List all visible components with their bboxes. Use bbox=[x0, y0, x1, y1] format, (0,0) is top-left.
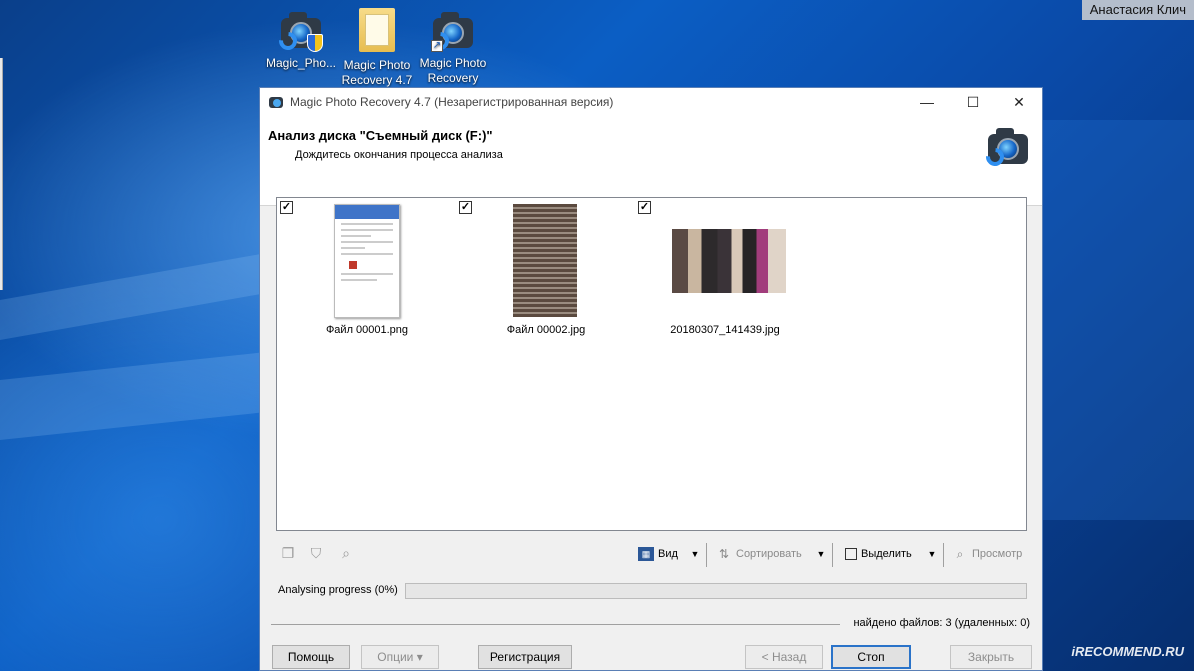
magic-photo-recovery-window: Magic Photo Recovery 4.7 (Незарегистриро… bbox=[259, 87, 1043, 671]
file-thumbnail[interactable]: ✓ Файл 00001.png bbox=[277, 198, 457, 348]
register-button[interactable]: Регистрация bbox=[478, 645, 572, 669]
view-toolbar: ❐ ⛉ ⌕ ▦ Вид ▼ ⇅ Сортировать ▼ Выделить ▼… bbox=[276, 541, 1027, 567]
sort-dropdown-arrow[interactable]: ▼ bbox=[815, 541, 827, 567]
magic-photo-recovery-logo-icon bbox=[982, 122, 1032, 170]
stop-button[interactable]: Стоп bbox=[831, 645, 911, 669]
watermark: iRECOMMEND.RU bbox=[1071, 644, 1184, 659]
magic-photo-recovery-shortcut-icon: ↗ bbox=[427, 6, 477, 54]
sort-icon: ⇅ bbox=[718, 547, 730, 561]
preview-icon: ⌕ bbox=[956, 547, 964, 561]
checkbox-icon bbox=[845, 548, 857, 560]
progress-label: Analysing progress (0%) bbox=[278, 584, 398, 596]
files-found-status: найдено файлов: 3 (удаленных: 0) bbox=[853, 617, 1030, 629]
view-label: Вид bbox=[658, 548, 678, 560]
desktop-icon-label-line2: Recovery bbox=[427, 71, 479, 85]
file-name: Файл 00001.png bbox=[325, 324, 409, 336]
status-divider bbox=[271, 624, 840, 625]
desktop-icon-label: Magic Photo bbox=[419, 56, 487, 70]
desktop-icon-label: Magic Photo bbox=[343, 58, 411, 72]
file-preview-image bbox=[672, 229, 786, 293]
progress-bar bbox=[405, 583, 1027, 599]
filter-icon[interactable]: ⛉ bbox=[308, 545, 324, 561]
view-icon: ▦ bbox=[638, 547, 654, 561]
close-button[interactable]: Закрыть bbox=[950, 645, 1032, 669]
page-title: Анализ диска "Съемный диск (F:)" bbox=[268, 128, 493, 143]
shortcut-arrow-icon: ↗ bbox=[431, 40, 443, 52]
title-bar[interactable]: Magic Photo Recovery 4.7 (Незарегистриро… bbox=[260, 88, 1042, 116]
preview-label: Просмотр bbox=[972, 548, 1023, 560]
folder-icon bbox=[353, 8, 401, 56]
user-name-tag: Анастасия Клич bbox=[1081, 0, 1194, 20]
search-file-icon[interactable]: ⌕ bbox=[338, 545, 354, 561]
sort-label: Сортировать bbox=[736, 548, 802, 560]
found-files-pane[interactable]: ✓ Файл 00001.png ✓ Файл 00002.jpg ✓ 2018… bbox=[276, 197, 1027, 531]
options-button[interactable]: Опции ▾ bbox=[361, 645, 439, 669]
minimize-button[interactable]: — bbox=[904, 88, 950, 116]
select-button[interactable]: Выделить bbox=[845, 541, 912, 567]
close-window-button[interactable]: ✕ bbox=[996, 88, 1042, 116]
wallpaper-beam bbox=[1040, 120, 1194, 520]
desktop-icon-label-line2: Recovery 4.7 bbox=[341, 73, 413, 87]
file-name: Файл 00002.jpg bbox=[506, 324, 586, 336]
file-checkbox[interactable]: ✓ bbox=[638, 201, 651, 214]
magic-photo-recovery-icon bbox=[275, 6, 325, 54]
back-button[interactable]: < Назад bbox=[745, 645, 823, 669]
copy-icon[interactable]: ❐ bbox=[280, 545, 296, 561]
select-dropdown-arrow[interactable]: ▼ bbox=[926, 541, 938, 567]
file-preview-image bbox=[334, 204, 400, 318]
toolbar-separator bbox=[832, 543, 833, 567]
analysis-progress: Analysing progress (0%) bbox=[278, 581, 1029, 601]
wallpaper-beam bbox=[0, 352, 260, 440]
desktop-icon-magic-photo-folder[interactable]: Magic Photo Recovery 4.7 bbox=[338, 6, 416, 88]
file-preview-image bbox=[513, 204, 577, 317]
desktop-icon-magic-photo[interactable]: Magic_Pho... bbox=[262, 6, 340, 71]
wallpaper-beam bbox=[0, 254, 260, 340]
file-thumbnail[interactable]: ✓ Файл 00002.jpg bbox=[456, 198, 636, 348]
select-label: Выделить bbox=[861, 548, 912, 560]
page-subtitle: Дождитесь окончания процесса анализа bbox=[295, 149, 503, 161]
file-thumbnail[interactable]: ✓ 20180307_141439.jpg bbox=[635, 198, 815, 348]
view-button[interactable]: ▦ Вид bbox=[638, 541, 678, 567]
background-window-edge bbox=[0, 58, 3, 290]
app-icon bbox=[268, 94, 284, 110]
desktop-icon-label: Magic_Pho... bbox=[265, 56, 337, 70]
file-checkbox[interactable]: ✓ bbox=[280, 201, 293, 214]
wizard-header: Анализ диска "Съемный диск (F:)" Дождите… bbox=[260, 116, 1042, 206]
help-button[interactable]: Помощь bbox=[272, 645, 350, 669]
desktop-icon-magic-photo-shortcut[interactable]: ↗ Magic Photo Recovery bbox=[414, 6, 492, 86]
file-name: 20180307_141439.jpg bbox=[670, 324, 780, 336]
toolbar-separator bbox=[943, 543, 944, 567]
view-dropdown-arrow[interactable]: ▼ bbox=[689, 541, 701, 567]
preview-button[interactable]: ⌕ Просмотр bbox=[952, 541, 1023, 567]
window-title: Magic Photo Recovery 4.7 (Незарегистриро… bbox=[290, 95, 614, 109]
maximize-button[interactable]: ☐ bbox=[950, 88, 996, 116]
file-checkbox[interactable]: ✓ bbox=[459, 201, 472, 214]
toolbar-separator bbox=[706, 543, 707, 567]
sort-button[interactable]: ⇅ Сортировать bbox=[716, 541, 802, 567]
